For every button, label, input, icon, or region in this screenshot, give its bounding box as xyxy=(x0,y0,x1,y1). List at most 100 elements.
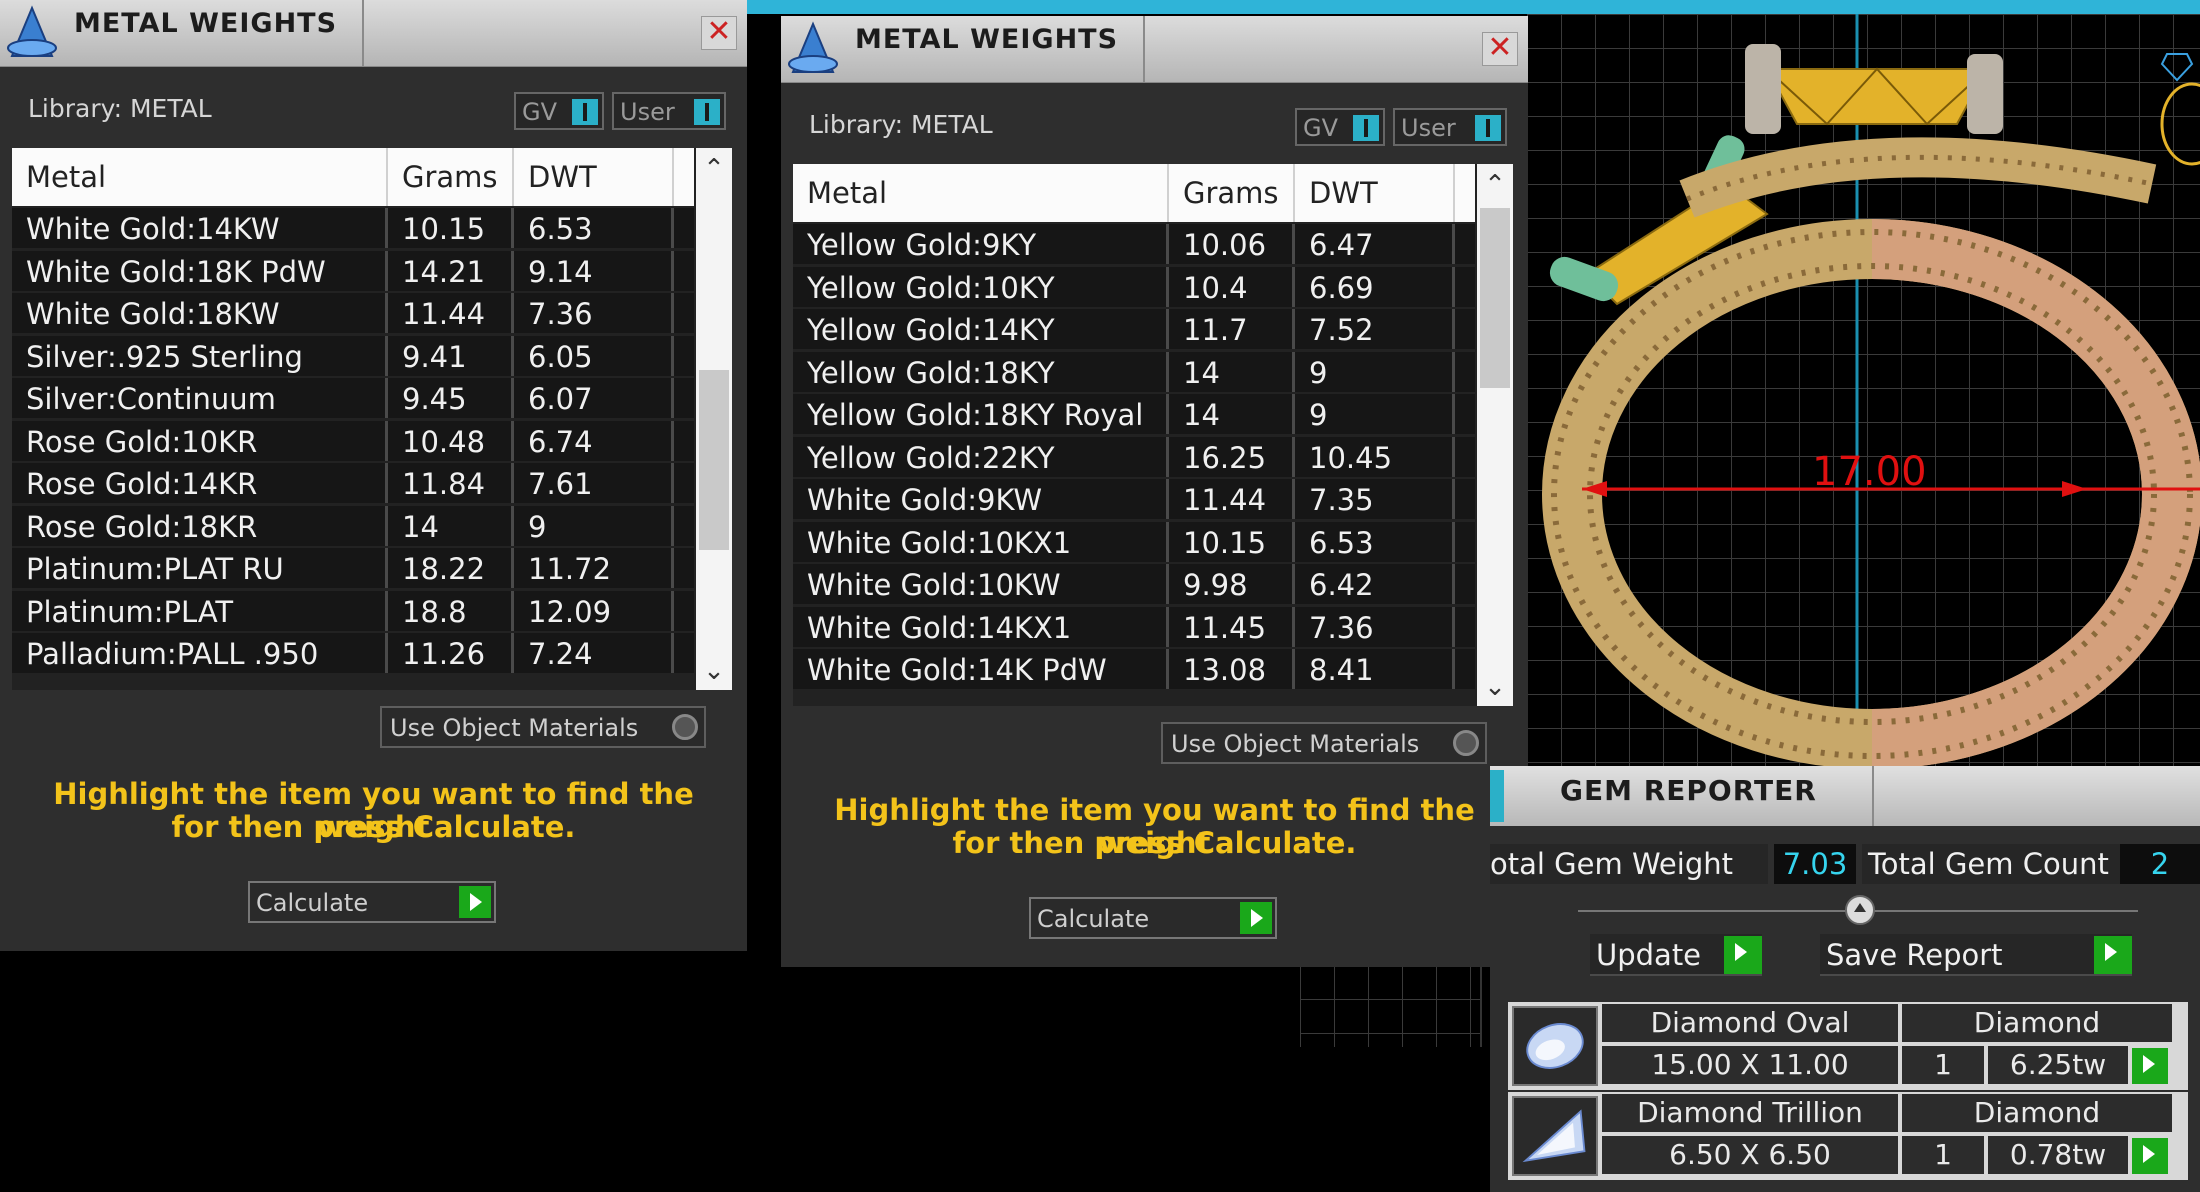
cell-metal: Rose Gold:18KR xyxy=(12,505,388,546)
3d-viewport[interactable]: 17.00 xyxy=(1527,14,2200,771)
toggle-switch-icon xyxy=(694,99,720,125)
gem-quantity: 1 xyxy=(1902,1136,1984,1174)
use-object-materials-toggle[interactable]: Use Object Materials xyxy=(1161,722,1487,764)
oval-diamond-icon xyxy=(1512,1006,1598,1086)
library-label: Library: METAL xyxy=(28,94,212,123)
table-row[interactable]: Yellow Gold:14KY 11.7 7.52 xyxy=(793,309,1475,349)
table-body: White Gold:14KW 10.15 6.53 White Gold:18K … xyxy=(12,208,694,676)
cell-metal: Yellow Gold:22KY xyxy=(793,436,1169,477)
column-header-dwt[interactable]: DWT xyxy=(514,148,674,206)
column-header-grams[interactable]: Grams xyxy=(1169,164,1295,222)
cell-dwt: 7.24 xyxy=(514,633,674,673)
total-gem-weight-value: 7.03 xyxy=(1774,844,1856,884)
table-row[interactable]: Rose Gold:18KR 14 9 xyxy=(12,505,694,546)
user-toggle[interactable]: User xyxy=(1393,108,1507,146)
cell-grams: 11.7 xyxy=(1169,309,1295,349)
cell-metal: Yellow Gold:18KY Royal xyxy=(793,394,1169,434)
table-row[interactable]: Rose Gold:14KR 11.84 7.61 xyxy=(12,463,694,503)
gem-row[interactable]: Diamond Trillion Diamond 6.50 X 6.50 1 0… xyxy=(1508,1092,2188,1180)
gem-reporter-titlebar[interactable]: GEM REPORTER xyxy=(1490,766,2200,826)
cell-metal: White Gold:14K PdW xyxy=(793,649,1169,689)
metal-table[interactable]: Metal Grams DWT Yellow Gold:9KY 10.06 6.47… xyxy=(793,164,1513,706)
table-row[interactable]: Silver:Continuum 9.45 6.07 xyxy=(12,378,694,418)
close-button[interactable]: ✕ xyxy=(1482,32,1518,66)
cell-grams: 9.41 xyxy=(388,335,514,376)
table-header: Metal Grams DWT xyxy=(12,148,694,206)
table-row[interactable]: Rose Gold:10KR 10.48 6.74 xyxy=(12,420,694,461)
toggle-switch-icon xyxy=(572,99,598,125)
ring-render xyxy=(1542,14,2200,771)
cell-grams: 11.26 xyxy=(388,633,514,673)
table-row[interactable]: White Gold:9KW 11.44 7.35 xyxy=(793,479,1475,519)
table-scrollbar[interactable]: ⌃ ⌄ xyxy=(1477,164,1513,706)
cell-dwt: 7.61 xyxy=(514,463,674,503)
gem-size: 6.50 X 6.50 xyxy=(1602,1136,1898,1174)
column-header-dwt[interactable]: DWT xyxy=(1295,164,1455,222)
table-row[interactable]: Silver:.925 Sterling 9.41 6.05 xyxy=(12,335,694,376)
hint-line-2: for then press Calculate. xyxy=(952,826,1357,860)
cell-grams: 14 xyxy=(1169,394,1295,434)
scroll-down-icon[interactable]: ⌄ xyxy=(1477,672,1513,702)
table-row[interactable]: White Gold:10KW 9.98 6.42 xyxy=(793,564,1475,604)
column-header-metal[interactable]: Metal xyxy=(12,148,388,206)
table-scrollbar[interactable]: ⌃ ⌄ xyxy=(696,148,732,690)
cell-grams: 10.15 xyxy=(1169,521,1295,562)
calculate-button[interactable]: Calculate xyxy=(248,881,496,923)
column-header-metal[interactable]: Metal xyxy=(793,164,1169,222)
table-row[interactable]: Yellow Gold:10KY 10.4 6.69 xyxy=(793,266,1475,307)
scroll-down-icon[interactable]: ⌄ xyxy=(696,656,732,686)
update-button[interactable]: Update xyxy=(1590,934,1762,976)
scroll-up-icon[interactable]: ⌃ xyxy=(1477,170,1513,200)
cell-metal: Platinum:PLAT RU xyxy=(12,548,388,588)
table-row[interactable]: White Gold:18K PdW 14.21 9.14 xyxy=(12,250,694,291)
panel-titlebar[interactable]: METAL WEIGHTS ✕ xyxy=(781,16,1528,83)
radio-icon xyxy=(1453,730,1479,756)
table-row[interactable]: Yellow Gold:9KY 10.06 6.47 xyxy=(793,224,1475,264)
table-row[interactable]: Yellow Gold:18KY 14 9 xyxy=(793,351,1475,392)
table-row[interactable]: Platinum:PLAT RU 18.22 11.72 xyxy=(12,548,694,588)
cell-dwt: 6.69 xyxy=(1295,266,1455,307)
close-button[interactable]: ✕ xyxy=(701,16,737,50)
scroll-thumb[interactable] xyxy=(699,370,729,550)
gem-reporter-panel: GEM REPORTER otal Gem Weight 7.03 Total … xyxy=(1490,766,2200,1192)
play-arrow-icon xyxy=(1240,902,1272,934)
gv-toggle[interactable]: GV xyxy=(514,92,604,130)
accent-bar xyxy=(1490,770,1504,822)
cell-metal: Rose Gold:10KR xyxy=(12,420,388,461)
table-row[interactable]: White Gold:18KW 11.44 7.36 xyxy=(12,293,694,333)
calculate-label: Calculate xyxy=(1037,905,1150,933)
slider-handle[interactable] xyxy=(1845,895,1875,925)
metal-table[interactable]: Metal Grams DWT White Gold:14KW 10.15 6.53… xyxy=(12,148,732,690)
play-arrow-icon[interactable] xyxy=(2132,1138,2168,1174)
use-object-materials-label: Use Object Materials xyxy=(1171,730,1420,758)
panel-titlebar[interactable]: METAL WEIGHTS ✕ xyxy=(0,0,747,67)
table-row[interactable]: Yellow Gold:18KY Royal 14 9 xyxy=(793,394,1475,434)
gem-weight: 0.78tw xyxy=(1988,1136,2128,1174)
table-row[interactable]: Yellow Gold:22KY 16.25 10.45 xyxy=(793,436,1475,477)
scroll-up-icon[interactable]: ⌃ xyxy=(696,154,732,184)
cell-dwt: 6.05 xyxy=(514,335,674,376)
table-row[interactable]: White Gold:10KX1 10.15 6.53 xyxy=(793,521,1475,562)
table-row[interactable]: Platinum:PLAT 18.8 12.09 xyxy=(12,590,694,631)
user-toggle[interactable]: User xyxy=(612,92,726,130)
play-arrow-icon[interactable] xyxy=(2132,1048,2168,1084)
table-row[interactable]: White Gold:14KX1 11.45 7.36 xyxy=(793,606,1475,647)
calculate-button[interactable]: Calculate xyxy=(1029,897,1277,939)
cell-grams: 16.25 xyxy=(1169,436,1295,477)
cell-metal: Platinum:PLAT xyxy=(12,590,388,631)
table-row[interactable]: White Gold:14K PdW 13.08 8.41 xyxy=(793,649,1475,689)
cell-grams: 9.45 xyxy=(388,378,514,418)
table-row[interactable]: Palladium:PALL .950 11.26 7.24 xyxy=(12,633,694,673)
save-report-button[interactable]: Save Report xyxy=(1820,934,2132,976)
scroll-thumb[interactable] xyxy=(1480,208,1510,388)
play-arrow-icon xyxy=(2094,936,2132,974)
gem-name: Diamond Oval xyxy=(1602,1004,1898,1042)
gv-toggle[interactable]: GV xyxy=(1295,108,1385,146)
toggle-switch-icon xyxy=(1353,115,1379,141)
use-object-materials-toggle[interactable]: Use Object Materials xyxy=(380,706,706,748)
table-row[interactable]: White Gold:14KW 10.15 6.53 xyxy=(12,208,694,248)
gem-row[interactable]: Diamond Oval Diamond 15.00 X 11.00 1 6.2… xyxy=(1508,1002,2188,1090)
cell-grams: 9.98 xyxy=(1169,564,1295,604)
column-header-grams[interactable]: Grams xyxy=(388,148,514,206)
cell-grams: 14 xyxy=(388,505,514,546)
